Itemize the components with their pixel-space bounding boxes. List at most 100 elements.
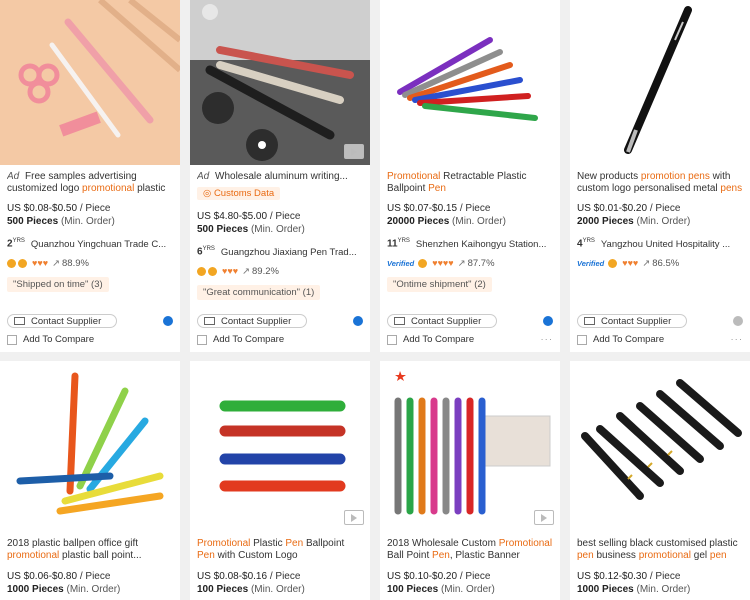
product-price: US $4.80-$5.00 / Piece bbox=[197, 211, 301, 222]
supplier-name[interactable]: Shenzhen Kaihongyu Station... bbox=[416, 239, 546, 250]
supplier-years: 11YRS bbox=[387, 238, 410, 250]
response-rate: ↗ 89.2% bbox=[242, 265, 279, 277]
compare-label[interactable]: Add To Compare bbox=[213, 334, 284, 345]
more-options-icon[interactable]: ··· bbox=[731, 334, 744, 345]
compare-row[interactable]: Add To Compare bbox=[197, 334, 363, 345]
contact-supplier-button[interactable]: Contact Supplier bbox=[387, 314, 497, 328]
chat-icon[interactable] bbox=[733, 316, 743, 326]
min-order: 500 Pieces (Min. Order) bbox=[7, 216, 115, 227]
product-title[interactable]: New products promotion pens with custom … bbox=[577, 171, 743, 195]
product-image[interactable] bbox=[0, 361, 180, 531]
keyword-highlight: Promotional bbox=[498, 538, 553, 549]
contact-supplier-button[interactable]: Contact Supplier bbox=[7, 314, 117, 328]
supplier-name[interactable]: Yangzhou United Hospitality ... bbox=[601, 239, 730, 250]
product-price: US $0.08-$0.16 / Piece bbox=[197, 571, 301, 582]
gold-medal-icon bbox=[197, 266, 206, 276]
compare-checkbox[interactable] bbox=[577, 334, 587, 345]
product-card[interactable]: Promotional Retractable Plastic Ballpoin… bbox=[380, 0, 560, 352]
product-card[interactable]: Promotional Plastic Pen Ballpoint Pen wi… bbox=[190, 361, 370, 600]
contact-row: Contact Supplier bbox=[197, 313, 363, 329]
min-order: 20000 Pieces (Min. Order) bbox=[387, 216, 506, 227]
keyword-highlight: promotion pens bbox=[640, 171, 710, 182]
compare-checkbox[interactable] bbox=[7, 334, 17, 345]
min-order: 1000 Pieces (Min. Order) bbox=[577, 584, 691, 595]
product-image[interactable] bbox=[190, 361, 370, 531]
mail-icon bbox=[204, 317, 215, 325]
compare-row[interactable]: Add To Compare ··· bbox=[387, 334, 553, 345]
rating-row: Verified ♥♥♥♥ ↗ 87.7% bbox=[387, 257, 553, 269]
supplier-row: 11YRS Shenzhen Kaihongyu Station... bbox=[387, 237, 553, 251]
supplier-years: 4YRS bbox=[577, 238, 595, 250]
product-title[interactable]: 2018 plastic ballpen office gift promoti… bbox=[7, 538, 173, 562]
video-icon bbox=[344, 510, 364, 525]
keyword-highlight: Pen bbox=[428, 183, 446, 194]
keyword-highlight: pen bbox=[577, 550, 594, 561]
compare-label[interactable]: Add To Compare bbox=[593, 334, 664, 345]
chat-icon[interactable] bbox=[163, 316, 173, 326]
compare-label[interactable]: Add To Compare bbox=[23, 334, 94, 345]
chat-icon[interactable] bbox=[353, 316, 363, 326]
contact-supplier-button[interactable]: Contact Supplier bbox=[197, 314, 307, 328]
contact-label: Contact Supplier bbox=[31, 315, 102, 327]
gold-medal-icon bbox=[7, 258, 16, 268]
product-price: US $0.06-$0.80 / Piece bbox=[7, 571, 111, 582]
keyword-highlight: promotional bbox=[7, 550, 60, 561]
title-text: business bbox=[593, 550, 639, 561]
product-card[interactable]: Ad Wholesale aluminum writing... ◎ Custo… bbox=[190, 0, 370, 352]
mail-icon bbox=[584, 317, 595, 325]
product-title[interactable]: Ad Wholesale aluminum writing... bbox=[197, 171, 363, 183]
product-title[interactable]: Promotional Plastic Pen Ballpoint Pen wi… bbox=[197, 538, 363, 562]
compare-row[interactable]: Add To Compare ··· bbox=[577, 334, 743, 345]
keyword-highlight: Promotional bbox=[387, 171, 441, 182]
verified-badge[interactable]: Verified bbox=[387, 259, 414, 268]
product-title[interactable]: best selling black customised plastic pe… bbox=[577, 538, 743, 562]
compare-checkbox[interactable] bbox=[197, 334, 207, 345]
compare-label[interactable]: Add To Compare bbox=[403, 334, 474, 345]
min-order: 500 Pieces (Min. Order) bbox=[197, 224, 305, 235]
mail-icon bbox=[394, 317, 405, 325]
min-order: 2000 Pieces (Min. Order) bbox=[577, 216, 691, 227]
title-text: gel bbox=[690, 550, 710, 561]
contact-supplier-button[interactable]: Contact Supplier bbox=[577, 314, 687, 328]
product-title[interactable]: Promotional Retractable Plastic Ballpoin… bbox=[387, 171, 553, 195]
product-image[interactable] bbox=[380, 0, 560, 165]
share-arrow-icon: ↗ bbox=[52, 257, 60, 269]
verified-badge[interactable]: Verified bbox=[577, 259, 604, 268]
product-image[interactable] bbox=[570, 0, 750, 165]
product-card[interactable]: best selling black customised plastic pe… bbox=[570, 361, 750, 600]
keyword-highlight: promotional bbox=[638, 550, 691, 561]
product-image[interactable] bbox=[0, 0, 180, 165]
title-text: 2018 plastic ballpen office gift bbox=[7, 538, 139, 549]
gold-medal-icon bbox=[608, 258, 618, 268]
compare-checkbox[interactable] bbox=[387, 334, 397, 345]
compare-row[interactable]: Add To Compare bbox=[7, 334, 173, 345]
more-options-icon[interactable]: ··· bbox=[541, 334, 554, 345]
video-icon bbox=[534, 510, 554, 525]
supplier-years: 6YRS bbox=[197, 246, 215, 258]
contact-row: Contact Supplier bbox=[7, 313, 173, 329]
chat-icon[interactable] bbox=[543, 316, 553, 326]
product-card[interactable]: Ad Free samples advertising customized l… bbox=[0, 0, 180, 352]
supplier-name[interactable]: Guangzhou Jiaxiang Pen Trad... bbox=[221, 247, 357, 258]
supplier-years: 2YRS bbox=[7, 238, 25, 250]
product-image[interactable] bbox=[570, 361, 750, 531]
customs-data-tag[interactable]: ◎ Customs Data bbox=[197, 187, 281, 200]
title-text: Ballpoint bbox=[303, 538, 345, 549]
product-title[interactable]: Ad Free samples advertising customized l… bbox=[7, 171, 173, 195]
response-rate: ↗ 88.9% bbox=[52, 257, 89, 269]
product-image[interactable] bbox=[380, 361, 560, 531]
supplier-name[interactable]: Quanzhou Yingchuan Trade C... bbox=[31, 239, 166, 250]
gold-medal-icon bbox=[208, 266, 217, 276]
product-card[interactable]: 2018 plastic ballpen office gift promoti… bbox=[0, 361, 180, 600]
min-order: 100 Pieces (Min. Order) bbox=[197, 584, 305, 595]
product-title[interactable]: 2018 Wholesale Custom Promotional Ball P… bbox=[387, 538, 553, 562]
heart-rating-icon: ♥♥♥♥ bbox=[432, 258, 454, 268]
ad-label: Ad bbox=[7, 171, 20, 182]
title-text: plastic ball point... bbox=[59, 550, 142, 561]
product-card[interactable]: New products promotion pens with custom … bbox=[570, 0, 750, 352]
review-quote: "Ontime shipment" (2) bbox=[387, 277, 492, 292]
product-image[interactable] bbox=[190, 0, 370, 165]
keyword-highlight: promotional bbox=[82, 183, 135, 194]
rating-row: ♥♥♥ ↗ 89.2% bbox=[197, 265, 363, 277]
product-card[interactable]: 2018 Wholesale Custom Promotional Ball P… bbox=[380, 361, 560, 600]
